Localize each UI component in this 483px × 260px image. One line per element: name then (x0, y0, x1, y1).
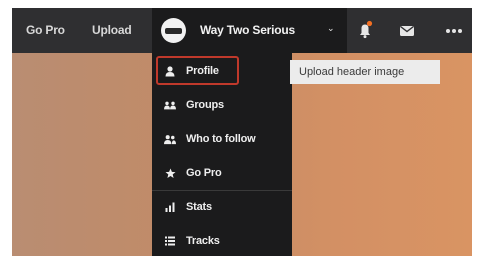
menu-item-label: Go Pro (186, 167, 222, 179)
follow-icon (164, 133, 176, 145)
profile-highlight-box (156, 56, 239, 85)
menu-item-label: Who to follow (186, 133, 256, 145)
upload-header-image-tooltip[interactable]: Upload header image (290, 60, 440, 84)
nav-upload-link[interactable]: Upload (92, 8, 132, 53)
more-icon (446, 29, 462, 33)
bell-icon (360, 20, 373, 39)
bar-chart-icon (164, 201, 176, 213)
menu-item-who-to-follow[interactable]: Who to follow (152, 123, 292, 155)
star-icon (164, 167, 176, 179)
avatar (161, 18, 186, 43)
tracks-icon (164, 235, 176, 247)
more-button[interactable] (440, 8, 470, 53)
notification-dot (366, 20, 373, 27)
user-dropdown-menu: Profile Groups Who to follow Go Pro Stat… (152, 53, 292, 256)
menu-item-stats[interactable]: Stats (152, 191, 292, 223)
groups-icon (164, 99, 176, 111)
menu-item-tracks[interactable]: Tracks (152, 225, 292, 256)
menu-item-groups[interactable]: Groups (152, 89, 292, 121)
chevron-down-icon: ⌄ (327, 23, 335, 33)
mail-icon (400, 25, 414, 36)
nav-go-pro-link[interactable]: Go Pro (26, 8, 65, 53)
avatar-logo (165, 27, 182, 34)
menu-item-label: Tracks (186, 235, 220, 247)
menu-item-label: Groups (186, 99, 224, 111)
notifications-button[interactable] (350, 8, 380, 53)
messages-button[interactable] (392, 8, 422, 53)
app-frame: Go Pro Upload Way Two Serious ⌄ Profile … (12, 8, 472, 256)
top-navigation-bar: Go Pro Upload Way Two Serious ⌄ (12, 8, 472, 53)
menu-item-go-pro[interactable]: Go Pro (152, 157, 292, 189)
username-label: Way Two Serious (200, 23, 296, 37)
user-menu-button[interactable]: Way Two Serious ⌄ (152, 8, 347, 53)
menu-item-label: Stats (186, 201, 212, 213)
